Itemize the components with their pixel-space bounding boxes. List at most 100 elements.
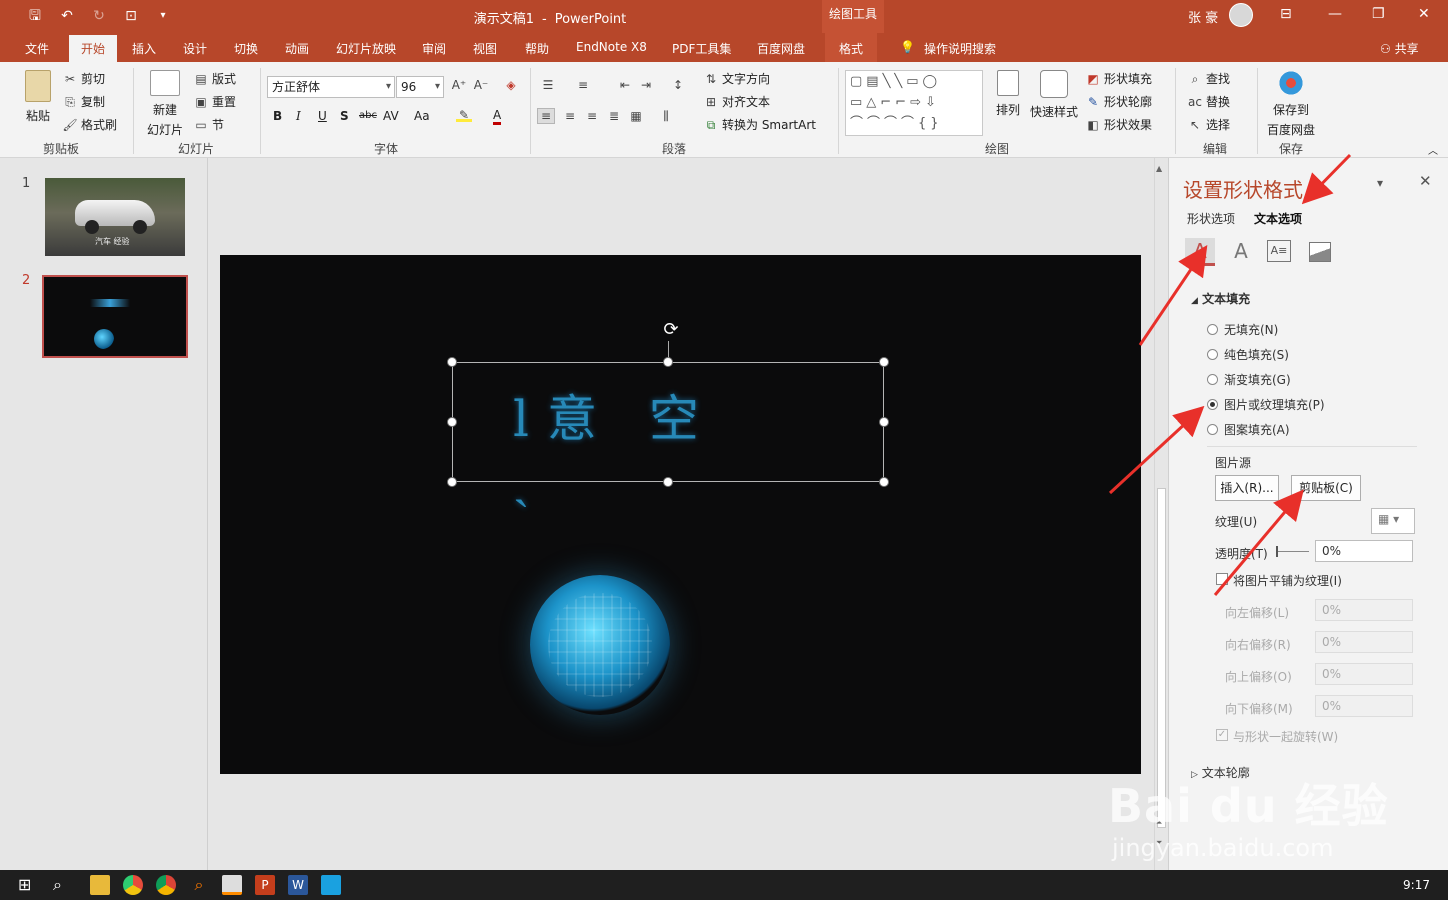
- photo-app-icon[interactable]: [222, 875, 242, 895]
- tab-view[interactable]: 视图: [473, 40, 497, 57]
- pane-close-icon[interactable]: ✕: [1419, 172, 1432, 190]
- slider-thumb[interactable]: [1276, 546, 1278, 557]
- grow-font-button[interactable]: A⁺: [451, 78, 467, 92]
- textbox-icon[interactable]: A≡: [1267, 240, 1291, 262]
- offset-bottom-input[interactable]: 0%: [1315, 695, 1413, 717]
- tile-checkbox[interactable]: [1216, 573, 1228, 585]
- user-name[interactable]: 张 豪: [1188, 7, 1218, 26]
- section-button[interactable]: ▭ 节: [193, 116, 224, 133]
- resize-handle[interactable]: [879, 357, 889, 367]
- app-icon[interactable]: [321, 875, 341, 895]
- distributed-button[interactable]: ▦: [628, 109, 644, 123]
- collapse-ribbon-icon[interactable]: ︿: [1428, 142, 1438, 157]
- word-icon[interactable]: W: [288, 875, 308, 895]
- bold-button[interactable]: B: [273, 109, 282, 123]
- pane-options-icon[interactable]: ▾: [1377, 176, 1383, 190]
- columns-button[interactable]: ⫼: [658, 109, 674, 123]
- shapes-gallery[interactable]: ▢▤╲╲▭◯ ▭△⌐⌐⇨⇩ ⌒⌒⌒⌒{}: [845, 70, 983, 136]
- align-right-button[interactable]: ≡: [584, 109, 600, 123]
- font-size-select[interactable]: 96: [396, 76, 444, 98]
- font-color-button[interactable]: A: [493, 108, 502, 125]
- rotate-handle-icon[interactable]: ⟳: [660, 319, 682, 341]
- tab-transitions[interactable]: 切换: [234, 40, 258, 57]
- copy-button[interactable]: ⎘ 复制: [62, 93, 105, 110]
- select-button[interactable]: ↖ 选择: [1187, 116, 1230, 133]
- windows-start-icon[interactable]: ⊞: [18, 875, 38, 895]
- find-button[interactable]: ⌕ 查找: [1187, 70, 1230, 87]
- tab-text-options[interactable]: 文本选项: [1254, 210, 1302, 227]
- text-fill-section[interactable]: ◢ 文本填充: [1191, 290, 1250, 307]
- line-spacing-button[interactable]: ↕: [670, 78, 686, 92]
- font-name-select[interactable]: 方正舒体: [267, 76, 395, 98]
- shape-outline-button[interactable]: ✎ 形状轮廓: [1085, 93, 1152, 110]
- smartart-button[interactable]: ⧉ 转换为 SmartArt: [703, 116, 816, 133]
- text-fill-outline-icon[interactable]: A: [1185, 238, 1215, 266]
- radio-picture-texture-fill[interactable]: 图片或纹理填充(P): [1207, 396, 1325, 413]
- resize-handle[interactable]: [447, 417, 457, 427]
- shape-effects-button[interactable]: ◧ 形状效果: [1085, 116, 1152, 133]
- new-slide-button[interactable]: 新建 幻灯片: [142, 70, 188, 138]
- layout-button[interactable]: ▤ 版式: [193, 70, 236, 87]
- replace-button[interactable]: ac 替换: [1187, 93, 1230, 110]
- clipboard-button[interactable]: 剪贴板(C): [1291, 475, 1361, 501]
- rotate-with-shape-checkbox[interactable]: ✓: [1216, 729, 1228, 741]
- save-to-baidu-button[interactable]: 保存到 百度网盘: [1264, 70, 1318, 138]
- char-spacing-button[interactable]: AV: [383, 109, 399, 123]
- tab-help[interactable]: 帮助: [525, 40, 549, 57]
- resize-handle[interactable]: [879, 477, 889, 487]
- tab-review[interactable]: 审阅: [422, 40, 446, 57]
- numbering-button[interactable]: ≡: [575, 78, 591, 92]
- text-direction-button[interactable]: ⇅ 文字方向: [703, 70, 770, 87]
- radio-gradient-fill[interactable]: 渐变填充(G): [1207, 371, 1291, 388]
- tab-home[interactable]: 开始: [69, 35, 118, 62]
- bullets-button[interactable]: ☰: [540, 78, 556, 92]
- insert-picture-button[interactable]: 插入(R)...: [1215, 475, 1279, 501]
- resize-handle[interactable]: [447, 357, 457, 367]
- close-icon[interactable]: ✕: [1418, 6, 1430, 22]
- picture-icon[interactable]: [1309, 242, 1331, 262]
- strikethrough-button[interactable]: abc: [359, 110, 377, 121]
- share-button[interactable]: ⚇ 共享: [1380, 40, 1419, 57]
- justify-button[interactable]: ≣: [606, 109, 622, 123]
- texture-picker[interactable]: ▦ ▾: [1371, 508, 1415, 534]
- text-effects-icon[interactable]: A: [1227, 238, 1255, 266]
- tab-slideshow[interactable]: 幻灯片放映: [336, 40, 396, 57]
- avatar[interactable]: [1229, 3, 1253, 27]
- radio-solid-fill[interactable]: 纯色填充(S): [1207, 346, 1289, 363]
- resize-handle[interactable]: [663, 357, 673, 367]
- arrange-button[interactable]: 排列: [993, 70, 1023, 118]
- ribbon-display-icon[interactable]: ⊟: [1280, 6, 1292, 22]
- tab-design[interactable]: 设计: [183, 40, 207, 57]
- search-app-icon[interactable]: ⌕: [189, 875, 209, 895]
- change-case-button[interactable]: Aa: [414, 109, 430, 123]
- chrome-icon[interactable]: [156, 875, 176, 895]
- clock[interactable]: 9:17: [1403, 878, 1430, 892]
- underline-button[interactable]: U: [318, 109, 327, 123]
- radio-pattern-fill[interactable]: 图案填充(A): [1207, 421, 1290, 438]
- tab-format[interactable]: 格式: [825, 33, 878, 62]
- align-left-button[interactable]: ≡: [537, 108, 555, 124]
- minimize-icon[interactable]: —: [1328, 6, 1342, 22]
- reset-button[interactable]: ▣ 重置: [193, 93, 236, 110]
- align-text-button[interactable]: ⊞ 对齐文本: [703, 93, 770, 110]
- resize-handle[interactable]: [879, 417, 889, 427]
- tab-pdf-tools[interactable]: PDF工具集: [672, 40, 731, 57]
- paste-button[interactable]: 粘贴: [22, 70, 54, 124]
- tab-baidu-netdisk[interactable]: 百度网盘: [757, 40, 805, 57]
- shape-fill-button[interactable]: ◩ 形状填充: [1085, 70, 1152, 87]
- radio-no-fill[interactable]: 无填充(N): [1207, 321, 1278, 338]
- slide[interactable]: ⟳ ⅼ意 空 ˎ: [220, 255, 1141, 774]
- transparency-input[interactable]: 0%: [1315, 540, 1413, 562]
- shrink-font-button[interactable]: A⁻: [473, 78, 489, 92]
- italic-button[interactable]: I: [296, 109, 301, 123]
- tab-shape-options[interactable]: 形状选项: [1187, 210, 1235, 227]
- resize-handle[interactable]: [447, 477, 457, 487]
- scroll-up-icon[interactable]: ▲: [1156, 164, 1162, 173]
- selected-text-box[interactable]: ⅼ意 空 ˎ: [452, 362, 884, 508]
- increase-indent-button[interactable]: ⇥: [638, 78, 654, 92]
- powerpoint-icon[interactable]: P: [255, 875, 275, 895]
- clear-format-button[interactable]: ◈: [503, 78, 519, 92]
- vertical-scrollbar[interactable]: ▲ ⏶ ⏷: [1154, 158, 1168, 870]
- decrease-indent-button[interactable]: ⇤: [617, 78, 633, 92]
- resize-handle[interactable]: [663, 477, 673, 487]
